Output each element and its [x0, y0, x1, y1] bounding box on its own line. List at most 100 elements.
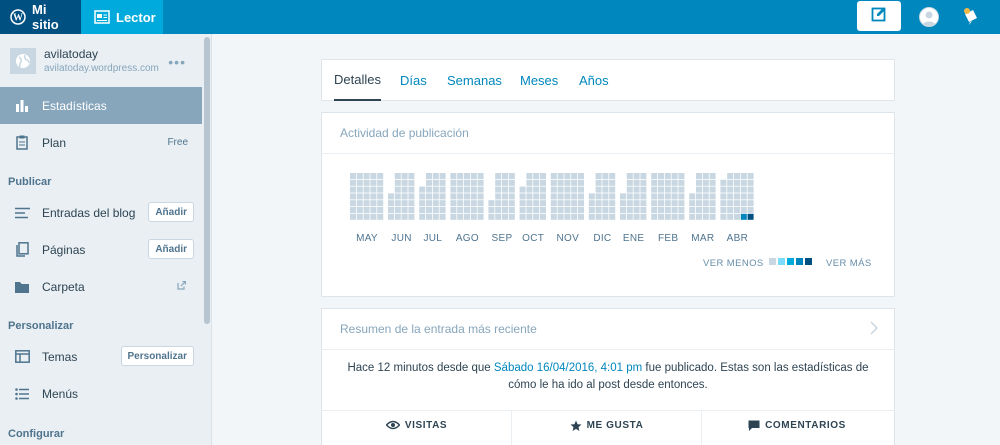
- heatmap-day[interactable]: [633, 173, 640, 179]
- heatmap-day[interactable]: [609, 207, 616, 213]
- heatmap-day[interactable]: [495, 213, 502, 220]
- heatmap-day[interactable]: [495, 186, 502, 193]
- heatmap-day[interactable]: [457, 186, 464, 193]
- heatmap-day[interactable]: [432, 186, 439, 193]
- heatmap-day[interactable]: [439, 213, 446, 220]
- heatmap-day[interactable]: [477, 193, 484, 200]
- heatmap-day[interactable]: [370, 186, 377, 193]
- heatmap-day[interactable]: [502, 193, 508, 200]
- heatmap-day[interactable]: [419, 213, 426, 220]
- heatmap-day[interactable]: [557, 173, 564, 179]
- heatmap-day[interactable]: [588, 207, 595, 213]
- heatmap-day[interactable]: [495, 179, 502, 186]
- heatmap-day[interactable]: [477, 213, 484, 220]
- heatmap-day[interactable]: [633, 200, 640, 207]
- heatmap-day[interactable]: [540, 213, 546, 220]
- heatmap-day[interactable]: [450, 186, 457, 193]
- heatmap-day[interactable]: [533, 207, 540, 213]
- heatmap-day[interactable]: [470, 173, 477, 179]
- heatmap-day[interactable]: [394, 186, 401, 193]
- sidebar-item-folder[interactable]: Carpeta: [0, 268, 202, 305]
- tab-days[interactable]: Días: [400, 60, 427, 101]
- heatmap-day[interactable]: [508, 207, 515, 213]
- sidebar-item-pages[interactable]: Páginas Añadir: [0, 231, 202, 268]
- heatmap-day[interactable]: [689, 207, 696, 213]
- heatmap-day[interactable]: [464, 207, 470, 213]
- heatmap-day[interactable]: [457, 173, 464, 179]
- heatmap-day[interactable]: [502, 207, 508, 213]
- heatmap-day[interactable]: [727, 213, 734, 220]
- heatmap-day[interactable]: [571, 207, 578, 213]
- heatmap-day[interactable]: [388, 200, 394, 207]
- heatmap-day[interactable]: [702, 193, 709, 200]
- heatmap-day[interactable]: [450, 173, 457, 179]
- heatmap-day[interactable]: [658, 200, 664, 207]
- heatmap-day[interactable]: [651, 179, 658, 186]
- heatmap-day[interactable]: [602, 200, 609, 207]
- heatmap-day[interactable]: [377, 213, 384, 220]
- heatmap-day[interactable]: [439, 200, 446, 207]
- heatmap-day[interactable]: [519, 200, 526, 207]
- heatmap-day[interactable]: [508, 213, 515, 220]
- heatmap-day[interactable]: [432, 207, 439, 213]
- heatmap-day[interactable]: [602, 186, 609, 193]
- heatmap-day[interactable]: [658, 213, 664, 220]
- heatmap-day[interactable]: [633, 213, 640, 220]
- heatmap-day[interactable]: [432, 213, 439, 220]
- heatmap-day[interactable]: [370, 207, 377, 213]
- heatmap-day[interactable]: [450, 200, 457, 207]
- heatmap-day[interactable]: [702, 179, 709, 186]
- heatmap-day[interactable]: [439, 173, 446, 179]
- heatmap-day[interactable]: [495, 193, 502, 200]
- heatmap-day[interactable]: [426, 173, 432, 179]
- heatmap-day[interactable]: [747, 186, 754, 193]
- heatmap-day[interactable]: [450, 193, 457, 200]
- tab-details[interactable]: Detalles: [334, 60, 381, 101]
- heatmap-day[interactable]: [363, 186, 370, 193]
- heatmap-day[interactable]: [595, 186, 602, 193]
- heatmap-day[interactable]: [550, 193, 557, 200]
- heatmap-day[interactable]: [720, 193, 727, 200]
- heatmap-day[interactable]: [588, 193, 595, 200]
- heatmap-day[interactable]: [439, 179, 446, 186]
- heatmap-day[interactable]: [709, 186, 716, 193]
- heatmap-day[interactable]: [408, 207, 415, 213]
- heatmap-day[interactable]: [640, 213, 647, 220]
- heatmap-day[interactable]: [747, 179, 754, 186]
- heatmap-day[interactable]: [747, 173, 754, 179]
- scrollbar-thumb[interactable]: [204, 37, 210, 324]
- heatmap-day[interactable]: [526, 179, 533, 186]
- heatmap-day[interactable]: [740, 186, 747, 193]
- heatmap-day[interactable]: [595, 213, 602, 220]
- heatmap-day[interactable]: [356, 179, 363, 186]
- heatmap-day[interactable]: [709, 193, 716, 200]
- heatmap-day[interactable]: [709, 200, 716, 207]
- heatmap-day[interactable]: [533, 186, 540, 193]
- heatmap-day[interactable]: [477, 207, 484, 213]
- heatmap-day[interactable]: [633, 186, 640, 193]
- heatmap-day[interactable]: [633, 207, 640, 213]
- add-page-button[interactable]: Añadir: [148, 239, 194, 259]
- heatmap-day[interactable]: [350, 186, 356, 193]
- heatmap-day[interactable]: [740, 207, 747, 213]
- heatmap-day[interactable]: [519, 186, 526, 193]
- heatmap-day[interactable]: [720, 213, 727, 220]
- heatmap-day[interactable]: [394, 173, 401, 179]
- heatmap-day[interactable]: [540, 207, 546, 213]
- heatmap-day[interactable]: [495, 173, 502, 179]
- heatmap-day[interactable]: [363, 179, 370, 186]
- heatmap-day[interactable]: [747, 213, 754, 220]
- heatmap-day[interactable]: [370, 173, 377, 179]
- heatmap-day[interactable]: [689, 200, 696, 207]
- post-date-link[interactable]: Sábado 16/04/2016, 4:01 pm: [494, 362, 642, 374]
- heatmap-day[interactable]: [533, 213, 540, 220]
- heatmap-day[interactable]: [488, 200, 495, 207]
- heatmap-day[interactable]: [740, 193, 747, 200]
- heatmap-day[interactable]: [533, 173, 540, 179]
- heatmap-day[interactable]: [734, 186, 740, 193]
- heatmap-day[interactable]: [377, 200, 384, 207]
- heatmap-day[interactable]: [370, 193, 377, 200]
- heatmap-day[interactable]: [450, 179, 457, 186]
- heatmap-day[interactable]: [571, 173, 578, 179]
- heatmap-day[interactable]: [508, 200, 515, 207]
